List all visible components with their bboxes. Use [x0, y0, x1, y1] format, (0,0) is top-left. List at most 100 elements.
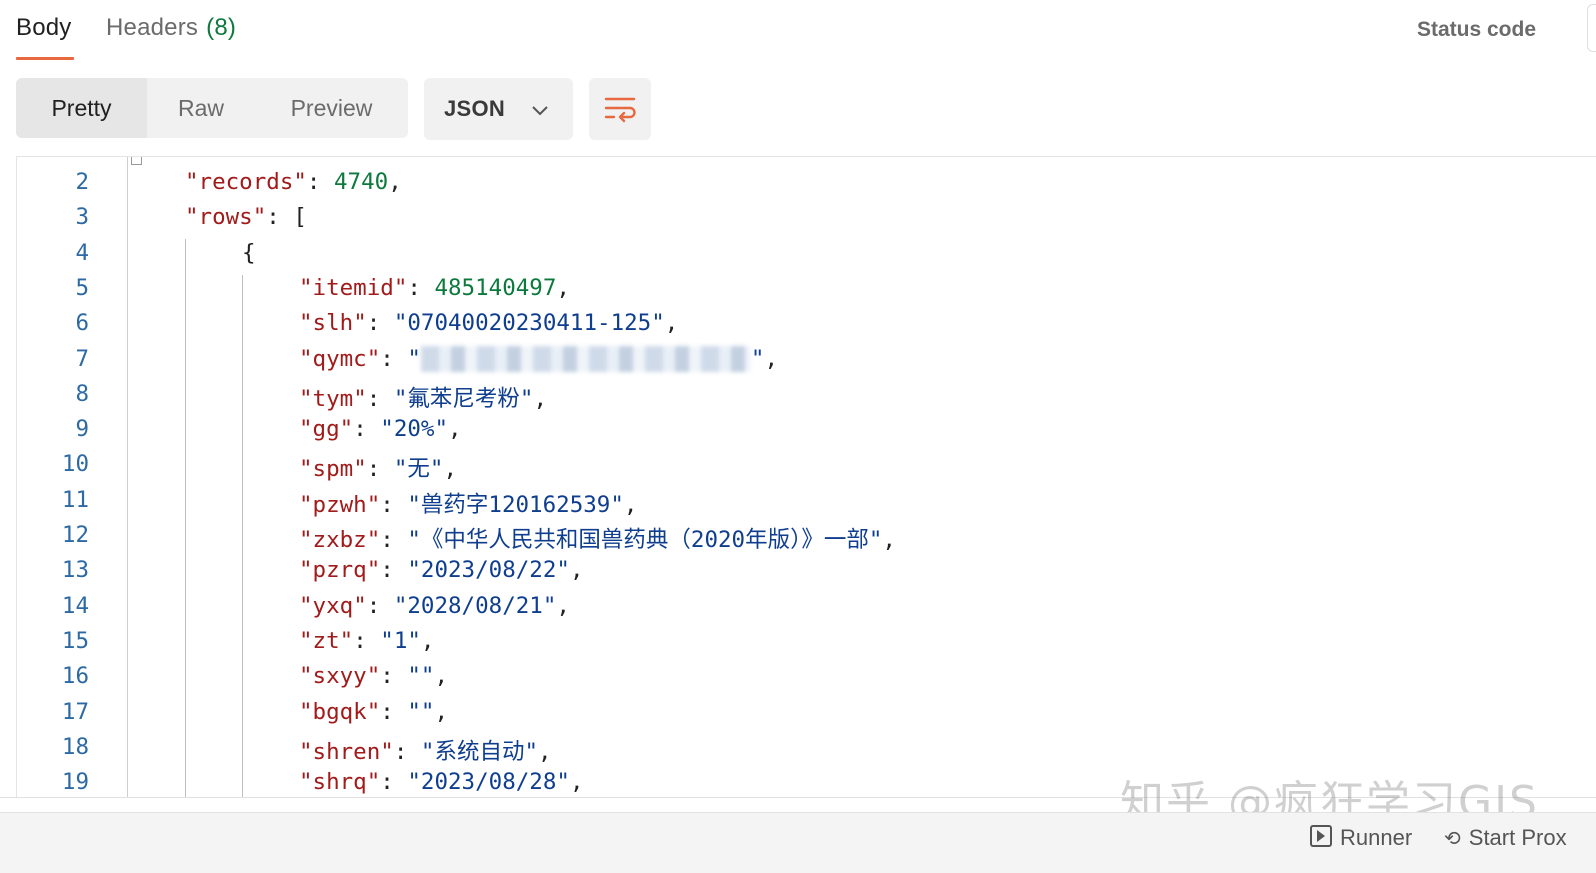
code-text: "bgqk": "",	[299, 699, 448, 725]
json-colon: :	[266, 204, 294, 231]
code-line: 18 "shren": "系统自动",	[17, 734, 1596, 769]
json-key-quote: "	[393, 274, 408, 301]
code-line: 13 "pzrq": "2023/08/22",	[17, 557, 1596, 592]
wrap-lines-icon	[604, 97, 636, 123]
json-key: slh	[312, 310, 354, 337]
json-key: qymc	[312, 345, 367, 372]
preview-button[interactable]: Preview	[255, 78, 408, 138]
json-colon: :	[380, 527, 408, 553]
json-key-quote: "	[366, 527, 381, 553]
code-text: "slh": "07040020230411-125",	[299, 310, 678, 336]
json-string-quote: "	[393, 456, 408, 483]
runner-label: Runner	[1340, 825, 1413, 850]
line-number: 12	[61, 522, 89, 548]
json-comma: ,	[556, 274, 570, 301]
json-comma: ,	[569, 557, 584, 584]
code-text: "qymc": " ",	[299, 345, 778, 372]
json-key-quote: "	[299, 456, 313, 483]
json-key: sxyy	[312, 663, 367, 690]
json-string-quote: "	[380, 627, 394, 654]
json-key-quote: "	[366, 491, 381, 518]
json-key-quote: "	[299, 698, 313, 725]
wrap-lines-button[interactable]	[589, 78, 651, 140]
json-punctuation: {	[242, 239, 256, 266]
json-number: 485140497	[434, 274, 557, 301]
json-key: gg	[312, 416, 340, 443]
line-number: 15	[61, 627, 89, 654]
json-punctuation: [	[293, 204, 307, 231]
json-colon: :	[366, 592, 394, 619]
start-proxy-label: Start Prox	[1468, 825, 1567, 850]
tab-body[interactable]: Body	[16, 14, 72, 42]
json-comma: ,	[443, 456, 457, 483]
status-bar: Runner ⟲ Start Prox	[0, 812, 1596, 873]
proxy-icon: ⟲	[1444, 828, 1461, 850]
code-text: "records": 4740,	[185, 169, 402, 195]
line-number: 10	[61, 451, 89, 478]
line-number: 8	[75, 380, 89, 407]
response-body-editor[interactable]: 2 "records": 4740, 3 "rows": [4{5 "itemid": …	[16, 156, 1596, 798]
json-string: 《中华人民共和国兽药典（2020年版）》一部	[420, 527, 869, 553]
json-key: pzwh	[312, 491, 367, 518]
json-key-quote: "	[299, 416, 313, 443]
json-comma: ,	[420, 627, 435, 654]
chevron-down-icon	[532, 106, 548, 116]
active-tab-indicator	[16, 57, 74, 60]
line-number: 4	[75, 239, 89, 266]
json-key-quote: "	[299, 738, 313, 765]
json-key-quote: "	[299, 592, 313, 619]
json-string-quote: "	[393, 385, 408, 412]
json-key: yxq	[312, 592, 354, 619]
json-key-quote: "	[299, 274, 313, 301]
headers-count-badge: (8)	[206, 14, 237, 41]
json-string: 兽药字120162539	[420, 491, 611, 518]
json-key-quote: "	[366, 557, 381, 584]
line-number: 18	[61, 733, 89, 760]
json-colon: :	[380, 491, 408, 518]
json-key: bgqk	[312, 698, 367, 725]
json-string: 07040020230411-125	[407, 310, 652, 337]
tab-headers[interactable]: Headers (8)	[106, 14, 236, 42]
json-key-quote: "	[339, 416, 354, 443]
runner-button[interactable]: Runner	[1310, 825, 1412, 851]
json-colon: :	[366, 310, 394, 337]
code-line: 6 "slh": "07040020230411-125",	[17, 310, 1596, 345]
json-key: records	[198, 169, 294, 195]
json-number: 4740	[334, 169, 389, 195]
json-string: 2028/08/21	[407, 592, 543, 619]
json-key: zt	[312, 627, 340, 654]
json-comma: ,	[538, 738, 552, 765]
start-proxy-button[interactable]: ⟲ Start Prox	[1444, 825, 1567, 851]
code-text: "shrq": "2023/08/28",	[299, 769, 583, 795]
json-key: rows	[198, 204, 253, 231]
pretty-button[interactable]: Pretty	[16, 78, 147, 138]
json-string-quote: "	[420, 698, 435, 725]
code-text: {	[242, 240, 256, 266]
code-text: "shren": "系统自动",	[299, 734, 552, 766]
json-key-quote: "	[185, 169, 199, 195]
code-text: "rows": [	[185, 204, 307, 230]
line-number: 19	[61, 769, 89, 796]
json-key: pzrq	[312, 557, 367, 584]
json-key-quote: "	[380, 738, 394, 765]
json-comma: ,	[623, 491, 638, 518]
line-number: 3	[75, 204, 89, 231]
line-number: 2	[75, 169, 89, 195]
raw-button[interactable]: Raw	[147, 78, 255, 138]
format-dropdown[interactable]: JSON	[424, 78, 573, 140]
json-key-quote: "	[366, 663, 381, 690]
fold-icon[interactable]	[131, 157, 142, 165]
json-string-quote: "	[407, 698, 421, 725]
json-string-quote: "	[407, 663, 421, 690]
json-string: 系统自动	[434, 738, 525, 765]
json-string-quote: "	[407, 491, 421, 518]
json-colon: :	[366, 385, 394, 412]
json-colon: :	[380, 698, 408, 725]
code-text: "spm": "无",	[299, 451, 457, 483]
json-key-quote: "	[299, 385, 313, 412]
json-comma: ,	[556, 592, 570, 619]
json-key-quote: "	[353, 310, 367, 337]
json-string-quote: "	[420, 738, 435, 765]
json-string-quote: "	[651, 310, 665, 337]
code-line: 16 "sxyy": "",	[17, 663, 1596, 698]
